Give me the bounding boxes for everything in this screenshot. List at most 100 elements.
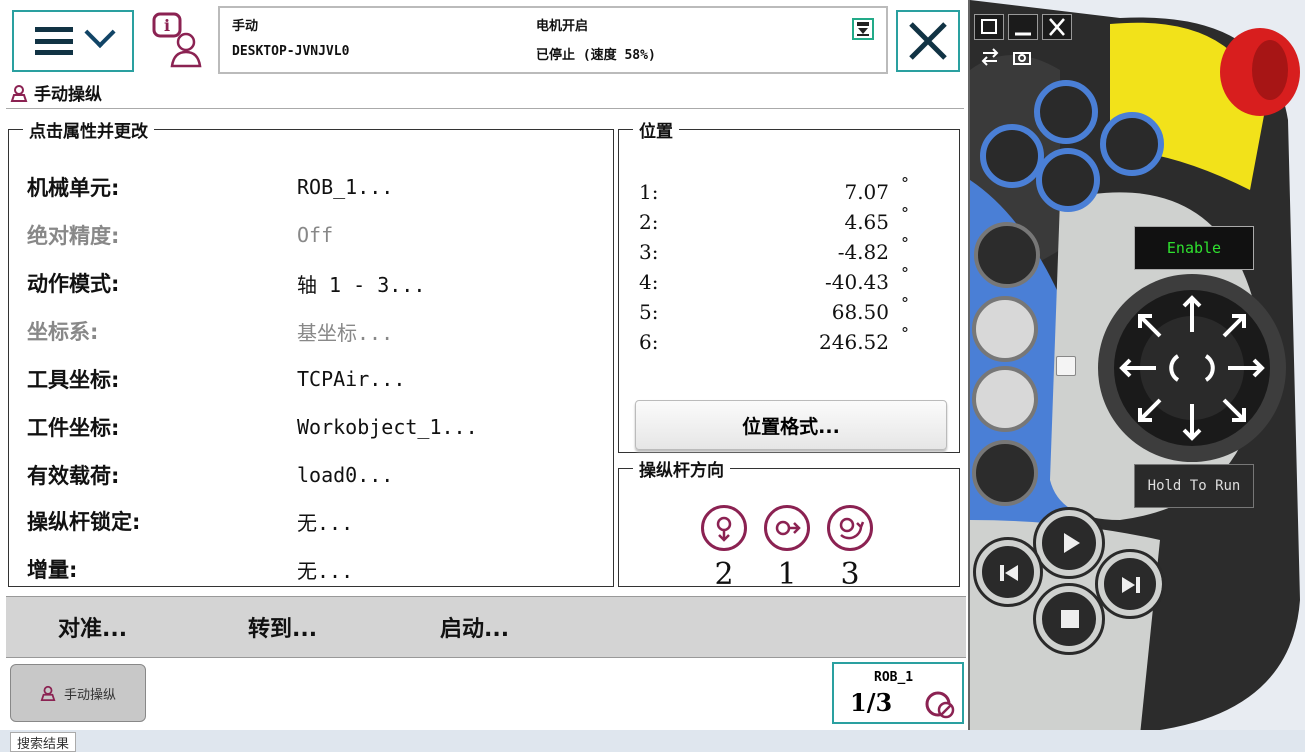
property-value: 轴 1 - 3... — [297, 272, 426, 297]
joystick-axis-number: 1 — [777, 557, 797, 592]
axis-unit: ° — [901, 324, 909, 343]
property-value: 基坐标... — [297, 320, 394, 345]
host-search-results-tab[interactable]: 搜索结果 — [10, 732, 77, 752]
task-jogging[interactable]: 手动操纵 — [10, 664, 146, 722]
stop-icon — [1061, 610, 1079, 628]
step-forward-button[interactable] — [1095, 549, 1165, 619]
property-tool[interactable]: 工具坐标: TCPAir... — [27, 364, 607, 394]
joystick-direction-panel: 操纵杆方向 2 1 3 — [618, 456, 960, 592]
taskbar: 手动操纵 ROB_1 1/3 — [6, 660, 966, 728]
minimize-button[interactable] — [1008, 14, 1038, 40]
toggle-motion-mode-button[interactable] — [972, 296, 1038, 362]
axis-value: 246.52 — [819, 330, 889, 354]
property-value: ROB_1... — [297, 175, 394, 199]
axis-unit: ° — [901, 204, 909, 223]
position-format-button[interactable]: 位置格式... — [635, 400, 947, 450]
property-label: 坐标系: — [27, 320, 99, 344]
divider — [6, 108, 964, 109]
maximize-button[interactable] — [974, 14, 1004, 40]
axis-value: 68.50 — [831, 300, 889, 324]
step-backward-icon — [1000, 565, 1018, 581]
position-legend: 位置 — [639, 122, 673, 142]
increment-button[interactable] — [972, 440, 1038, 506]
property-coordinate-system: 坐标系: 基坐标... — [27, 316, 607, 346]
axis-unit: ° — [901, 294, 909, 313]
position-row: 4: -40.43 ° — [639, 264, 909, 298]
position-row: 5: 68.50 ° — [639, 294, 909, 328]
property-increment[interactable]: 增量: 无... — [27, 554, 607, 584]
svg-text:i: i — [164, 16, 170, 35]
controller-name: DESKTOP-JVNJVL0 — [232, 44, 350, 59]
property-work-object[interactable]: 工件坐标: Workobject_1... — [27, 412, 607, 442]
select-mechanical-unit-button[interactable] — [974, 222, 1040, 288]
property-label: 操纵杆锁定: — [27, 510, 141, 534]
property-label: 有效载荷: — [27, 464, 120, 488]
window-close-button[interactable] — [1042, 14, 1072, 40]
enable-button[interactable]: Enable — [1134, 226, 1254, 270]
jogging-icon — [40, 685, 56, 701]
camera-icon[interactable] — [1012, 48, 1032, 66]
activate-button[interactable]: 启动... — [440, 611, 509, 643]
property-absolute-accuracy: 绝对精度: Off — [27, 220, 607, 250]
axis-label: 2: — [639, 210, 659, 234]
flexpendant-screen: i 手动 DESKTOP-JVNJVL0 电机开启 已停止 (速度 58%) 手… — [0, 0, 970, 730]
property-value: TCPAir... — [297, 367, 406, 391]
programmable-key-2[interactable] — [980, 124, 1044, 188]
play-button[interactable] — [1033, 507, 1105, 579]
axis-label: 6: — [639, 330, 659, 354]
status-bar[interactable]: 手动 DESKTOP-JVNJVL0 电机开启 已停止 (速度 58%) — [218, 6, 888, 74]
close-button[interactable] — [896, 10, 960, 72]
programmable-key-3[interactable] — [1100, 112, 1164, 176]
axis-label: 5: — [639, 300, 659, 324]
position-panel: 位置 1: 7.07 ° 2: 4.65 ° 3: -4.82 ° 4: -40.43 ° 5:… — [618, 117, 960, 453]
swap-icon[interactable] — [980, 48, 1000, 66]
property-payload[interactable]: 有效载荷: load0... — [27, 460, 607, 490]
joystick-axis-number: 3 — [840, 557, 860, 592]
quickset-button[interactable]: ROB_1 1/3 — [832, 662, 964, 724]
chevron-down-icon — [84, 16, 116, 49]
property-joystick-lock[interactable]: 操纵杆锁定: 无... — [27, 506, 607, 536]
stop-button[interactable] — [1033, 583, 1105, 655]
hold-to-run-button[interactable]: Hold To Run — [1134, 464, 1254, 508]
close-icon — [1049, 18, 1065, 36]
programmable-key-4[interactable] — [1036, 148, 1100, 212]
position-row: 1: 7.07 ° — [639, 174, 909, 208]
property-value: Off — [297, 223, 334, 247]
mouse-cursor-icon — [1056, 356, 1076, 376]
joystick-axis-1-icon — [764, 505, 810, 551]
axis-label: 3: — [639, 240, 659, 264]
axis-label: 4: — [639, 270, 659, 294]
app-title-text: 手动操纵 — [34, 85, 102, 105]
property-motion-mode[interactable]: 动作模式: 轴 1 - 3... — [27, 268, 607, 298]
joystick-axis-2-icon — [701, 505, 747, 551]
property-value: 无... — [297, 558, 354, 583]
step-backward-button[interactable] — [973, 537, 1043, 607]
close-icon — [909, 22, 947, 60]
jogging-icon — [10, 84, 28, 102]
property-label: 机械单元: — [27, 176, 120, 200]
run-state: 已停止 (速度 58%) — [536, 48, 656, 63]
toggle-axes-button[interactable] — [972, 366, 1038, 432]
axis-label: 1: — [639, 180, 659, 204]
teach-pendant-hardware — [970, 0, 1305, 740]
properties-panel: 点击属性并更改 机械单元: ROB_1... 绝对精度: Off 动作模式: 轴 1 … — [8, 117, 614, 587]
minimize-icon — [1015, 32, 1031, 36]
app-title: 手动操纵 — [10, 80, 102, 105]
axis-value: 7.07 — [844, 180, 889, 204]
align-button[interactable]: 对准... — [58, 611, 127, 643]
joystick-axis-number: 2 — [714, 557, 734, 592]
app-root: i 手动 DESKTOP-JVNJVL0 电机开启 已停止 (速度 58%) 手… — [0, 0, 1305, 752]
joystick-arrows-icon[interactable] — [1116, 292, 1268, 444]
joystick-direction-legend: 操纵杆方向 — [639, 461, 724, 481]
main-menu-button[interactable] — [12, 10, 134, 72]
property-value: load0... — [297, 463, 394, 487]
go-to-button[interactable]: 转到... — [248, 611, 317, 643]
position-row: 3: -4.82 ° — [639, 234, 909, 268]
property-mechanical-unit[interactable]: 机械单元: ROB_1... — [27, 172, 607, 202]
property-label: 工件坐标: — [27, 416, 120, 440]
event-log-icon[interactable]: i — [150, 12, 208, 70]
quickset-unit: ROB_1 — [874, 670, 914, 685]
motor-state: 电机开启 — [536, 19, 589, 34]
axis-unit: ° — [901, 174, 909, 193]
programmable-key-1[interactable] — [1034, 80, 1098, 144]
